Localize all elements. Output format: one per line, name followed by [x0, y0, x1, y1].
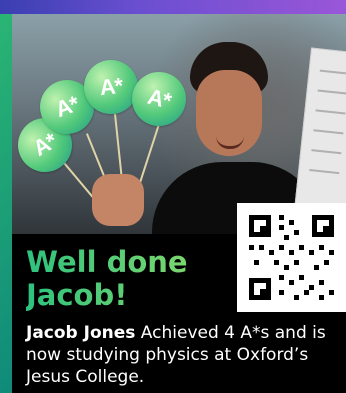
qr-code-icon[interactable]	[249, 215, 334, 300]
headline: Well done Jacob!	[26, 246, 226, 312]
top-band	[0, 0, 346, 14]
caption-text: Jacob Jones Achieved 4 A*s and is now st…	[26, 322, 342, 388]
qr-code-card[interactable]	[237, 203, 346, 312]
promo-card: A* A* A* A* Well done Jacob! Jacob Jones…	[0, 0, 346, 393]
hand	[92, 174, 144, 226]
student-name: Jacob Jones	[26, 323, 136, 343]
headline-line-1: Well done	[26, 245, 188, 279]
headline-line-2: Jacob!	[26, 278, 128, 312]
